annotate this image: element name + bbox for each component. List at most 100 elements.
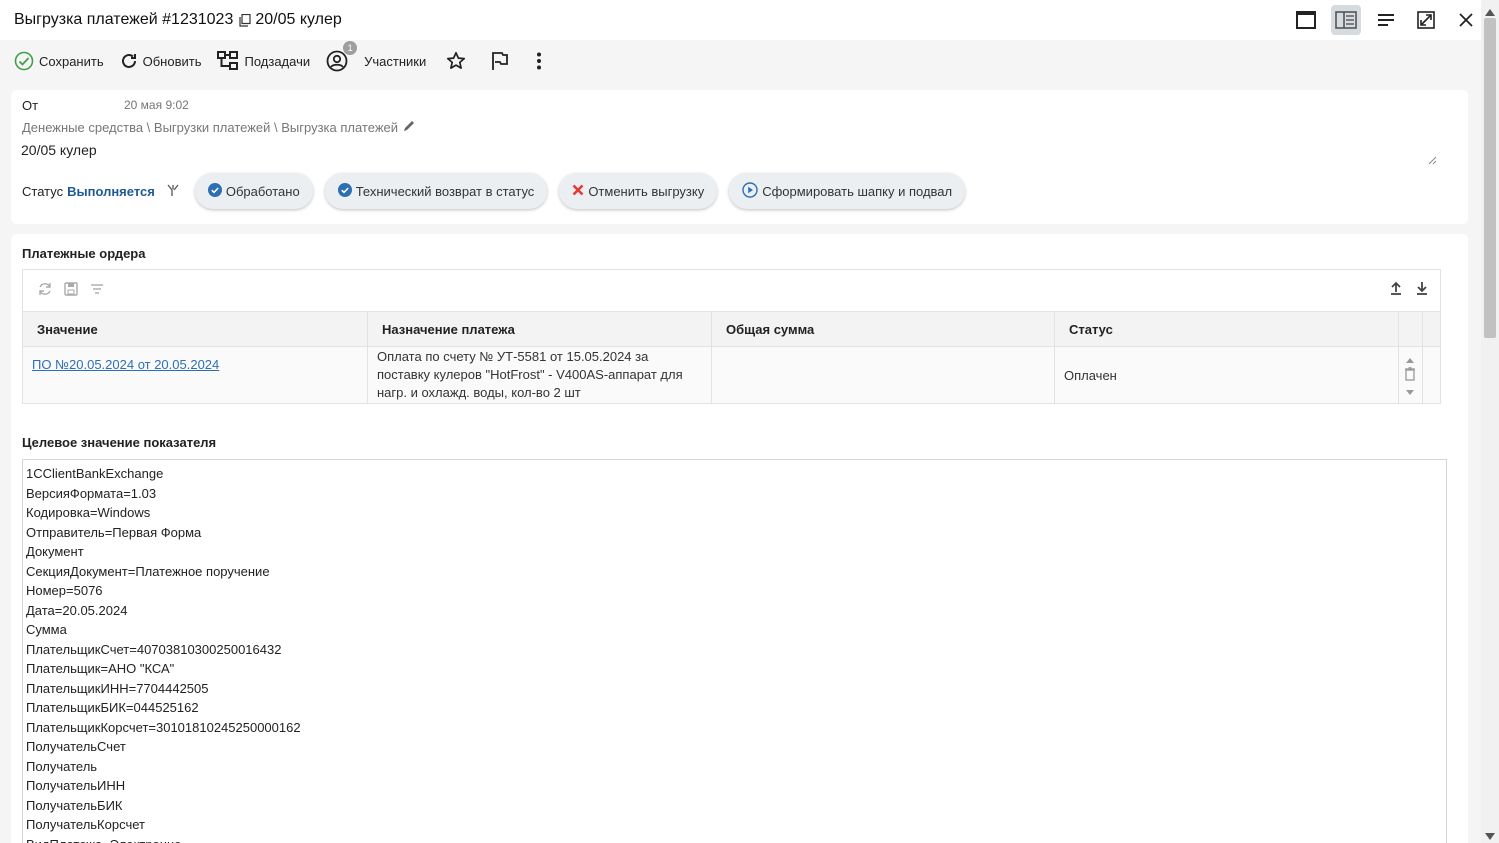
column-header-purpose[interactable]: Назначение платежа xyxy=(368,312,712,346)
download-icon[interactable] xyxy=(1414,280,1430,299)
refresh-button[interactable]: Обновить xyxy=(120,52,202,70)
split-view-icon[interactable] xyxy=(1331,5,1361,35)
generate-header-footer-button[interactable]: Сформировать шапку и подвал xyxy=(729,173,966,209)
target-line: ПлательщикСчет=40703810300250016432 xyxy=(26,641,282,657)
target-value-textarea[interactable]: 1CClientBankExchange ВерсияФормата=1.03 Ко… xyxy=(22,459,1447,843)
target-line: СекцияДокумент=Платежное поручение xyxy=(26,563,270,579)
column-header-value[interactable]: Значение xyxy=(23,312,368,346)
window-title: Выгрузка платежей #1231023 20/05 кулер xyxy=(14,11,342,29)
processed-label: Обработано xyxy=(225,183,300,199)
row-scroll-down-icon[interactable] xyxy=(1406,384,1414,399)
flag-button[interactable] xyxy=(490,51,509,71)
task-subject-title: 20/05 кулер xyxy=(255,11,342,28)
filter-icon[interactable] xyxy=(89,281,105,300)
target-line: ПлательщикКорсчет=30101810245250000162 xyxy=(26,719,301,735)
scroll-down-icon[interactable] xyxy=(1485,829,1495,840)
target-line: ПолучательИНН xyxy=(26,778,126,793)
expand-icon[interactable] xyxy=(1411,5,1441,35)
table-row[interactable]: ПО №20.05.2024 от 20.05.2024 Оплата по с… xyxy=(23,347,1440,403)
generate-label: Сформировать шапку и подвал xyxy=(762,183,953,199)
participants-label: Участники xyxy=(364,53,427,69)
column-header-actions xyxy=(1399,312,1423,346)
target-line: Документ xyxy=(26,544,84,559)
target-line: ПолучательБИК xyxy=(26,797,123,813)
target-line: ПлательщикБИК=044525162 xyxy=(26,700,199,715)
participants-icon: 1 xyxy=(326,41,358,72)
more-vertical-icon xyxy=(536,52,542,70)
target-line: Номер=5076 xyxy=(26,583,103,598)
cell-amount xyxy=(712,347,1055,403)
cross-icon xyxy=(572,184,584,199)
play-circle-icon xyxy=(742,181,758,201)
save-button[interactable]: Сохранить xyxy=(14,51,104,71)
cell-actions xyxy=(1399,347,1423,403)
sync-icon[interactable] xyxy=(37,281,53,300)
breadcrumb-text[interactable]: Денежные средства \ Выгрузки платежей \ … xyxy=(22,120,398,135)
cell-value: ПО №20.05.2024 от 20.05.2024 xyxy=(23,347,368,403)
favorite-button[interactable] xyxy=(446,51,466,71)
close-icon[interactable] xyxy=(1451,5,1481,35)
status-row: Статус Выполняется Обработано Технически… xyxy=(22,173,977,209)
from-row: От 20 мая 9:02 xyxy=(22,98,189,113)
refresh-label: Обновить xyxy=(142,53,202,69)
order-link[interactable]: ПО №20.05.2024 от 20.05.2024 xyxy=(32,357,219,372)
text-lines-icon[interactable] xyxy=(1371,5,1401,35)
orders-title: Платежные ордера xyxy=(22,246,146,261)
target-line: Получатель xyxy=(26,758,98,774)
target-title: Целевое значение показателя xyxy=(22,435,217,450)
page-scrollbar[interactable] xyxy=(1481,0,1499,843)
save-disk-icon[interactable] xyxy=(63,281,79,300)
copy-icon[interactable] xyxy=(239,13,251,27)
target-line: ПолучательСчет xyxy=(26,739,126,754)
tech-return-button[interactable]: Технический возврат в статус xyxy=(324,173,548,209)
refresh-icon xyxy=(120,52,138,70)
grid-tools-right xyxy=(1388,280,1430,299)
grid-header: Значение Назначение платежа Общая сумма … xyxy=(23,311,1440,347)
check-circle-icon xyxy=(207,182,222,200)
delete-icon[interactable] xyxy=(1404,366,1416,384)
subtasks-icon xyxy=(217,51,239,71)
target-line: ВидПлатежа=Электронно xyxy=(26,835,1443,843)
flag-icon xyxy=(490,51,509,71)
save-label: Сохранить xyxy=(39,53,104,69)
target-line: Дата=20.05.2024 xyxy=(26,602,128,618)
target-line: 1CClientBankExchange xyxy=(26,466,164,481)
details-card: Платежные ордера Значение Назначение пла… xyxy=(11,234,1468,843)
subject-field[interactable]: 20/05 кулер xyxy=(21,142,1439,164)
pencil-icon[interactable] xyxy=(402,119,416,136)
toolbar: Сохранить Обновить Подзадачи 1 Участники xyxy=(0,40,1481,82)
from-label: От xyxy=(22,98,39,113)
title-bar: Выгрузка платежей #1231023 20/05 кулер xyxy=(0,0,1481,40)
check-circle-icon xyxy=(14,51,34,71)
target-line: ПолучательКорсчет xyxy=(26,817,145,832)
target-line: Кодировка=Windows xyxy=(26,505,151,520)
subtasks-label: Подзадачи xyxy=(244,53,311,69)
from-date: 20 мая 9:02 xyxy=(124,98,189,112)
status-value[interactable]: Выполняется xyxy=(67,184,155,199)
task-header-card: От 20 мая 9:02 Денежные средства \ Выгру… xyxy=(11,90,1468,224)
tech-return-label: Технический возврат в статус xyxy=(355,183,535,199)
column-header-status[interactable]: Статус xyxy=(1055,312,1399,346)
workflow-icon[interactable] xyxy=(167,184,179,198)
subtasks-button[interactable]: Подзадачи xyxy=(217,51,310,71)
processed-button[interactable]: Обработано xyxy=(194,173,313,209)
task-title: Выгрузка платежей #1231023 xyxy=(14,11,234,28)
row-scroll-up-icon[interactable] xyxy=(1406,351,1414,366)
window-mode-icon[interactable] xyxy=(1291,5,1321,35)
more-button[interactable] xyxy=(536,52,542,70)
check-circle-icon xyxy=(337,182,352,200)
target-line: Отправитель=Первая Форма xyxy=(26,524,202,540)
cancel-export-button[interactable]: Отменить выгрузку xyxy=(559,173,718,209)
upload-icon[interactable] xyxy=(1388,280,1404,299)
column-header-amount[interactable]: Общая сумма xyxy=(712,312,1055,346)
cancel-export-label: Отменить выгрузку xyxy=(588,183,705,199)
scroll-up-icon[interactable] xyxy=(1485,4,1495,16)
target-line: ПлательщикИНН=7704442505 xyxy=(26,680,209,696)
target-line: Сумма xyxy=(26,622,67,637)
resize-grip-icon[interactable] xyxy=(1428,153,1437,168)
participants-button[interactable]: 1 Участники xyxy=(326,41,427,72)
star-icon xyxy=(446,51,466,71)
target-line: ВерсияФормата=1.03 xyxy=(26,485,157,501)
scroll-thumb[interactable] xyxy=(1484,18,1496,338)
participants-count-badge: 1 xyxy=(343,41,358,55)
